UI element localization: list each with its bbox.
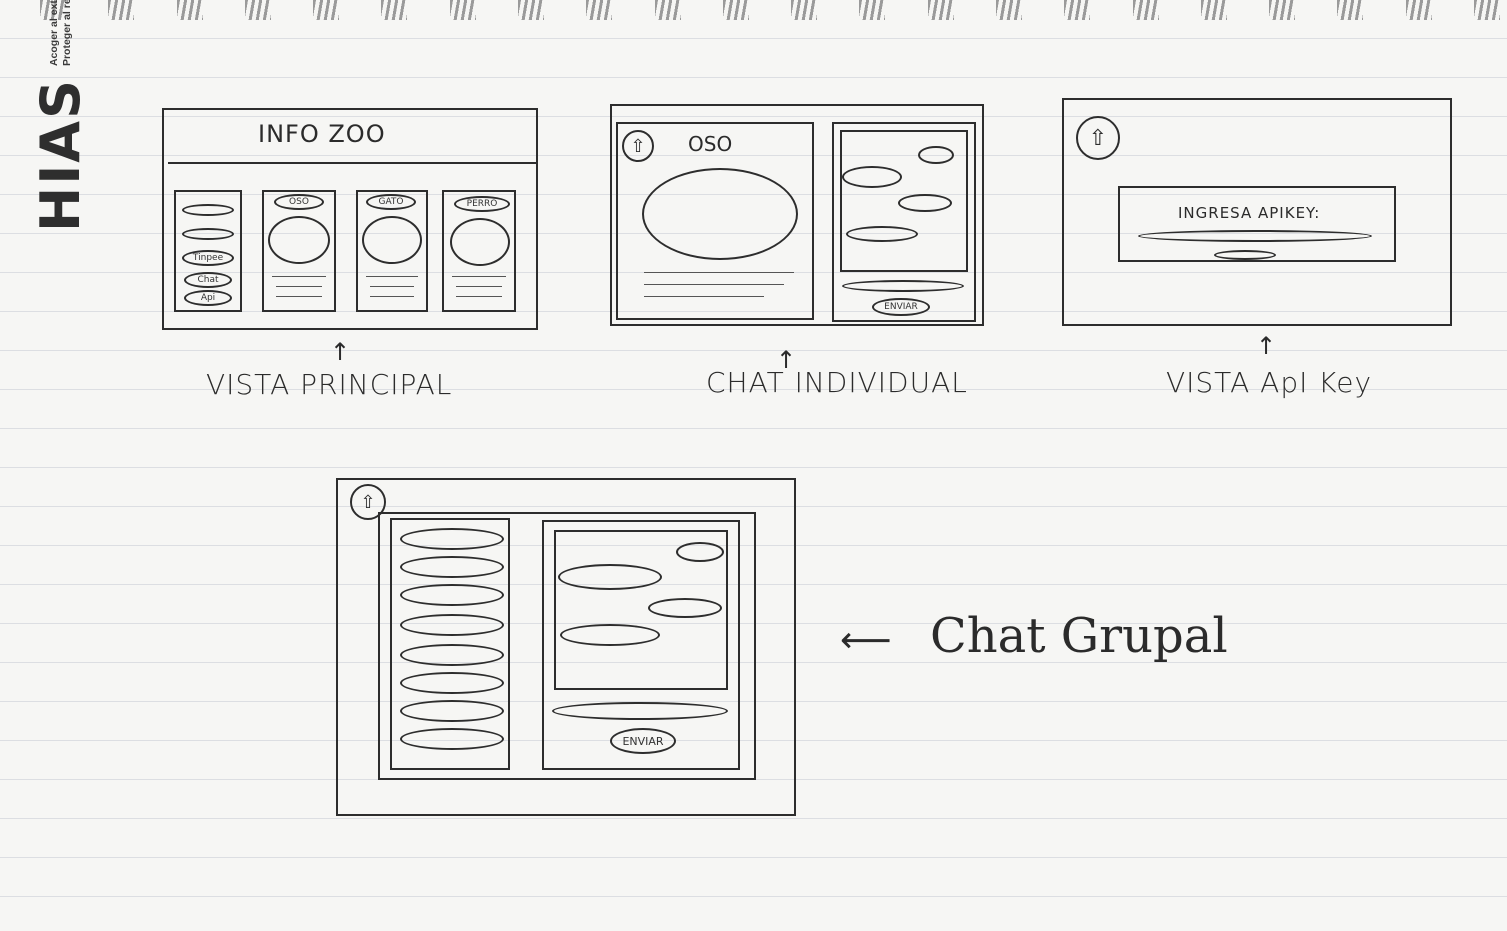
- spiral-ring: [1405, 0, 1432, 20]
- spiral-ring: [449, 0, 476, 20]
- vp-card-text-line: [370, 286, 414, 287]
- cg-contact-item[interactable]: [400, 728, 504, 750]
- ci-animal-name: OSO: [688, 132, 733, 156]
- spiral-ring: [995, 0, 1022, 20]
- vp-header-title: INFO ZOO: [258, 120, 386, 148]
- spiral-ring: [791, 0, 818, 20]
- vp-menu-pill[interactable]: [182, 204, 234, 216]
- vp-card-text-line: [272, 276, 326, 277]
- home-icon[interactable]: ⇧: [1076, 116, 1120, 160]
- cg-contact-item[interactable]: [400, 528, 504, 550]
- vp-menu-item[interactable]: Api: [184, 290, 232, 306]
- cg-caption: Chat Grupal: [930, 608, 1228, 664]
- spiral-ring: [859, 0, 886, 20]
- spiral-binding: [40, 0, 1500, 26]
- spiral-ring: [244, 0, 271, 20]
- cg-message-bubble: [676, 542, 724, 562]
- ak-caption: VISTA ApI Key: [1166, 366, 1373, 399]
- vp-card-text-line: [276, 286, 322, 287]
- ci-send-button[interactable]: ENVIAR: [872, 298, 930, 316]
- cg-contact-item[interactable]: [400, 584, 504, 606]
- cg-contact-item[interactable]: [400, 614, 504, 636]
- vp-card-label: PERRO: [454, 196, 510, 212]
- spiral-ring: [1473, 0, 1500, 20]
- ci-message-bubble: [846, 226, 918, 242]
- vp-menu-item[interactable]: Chat: [184, 272, 232, 288]
- vp-card-text-line: [366, 276, 418, 277]
- ci-message-bubble: [898, 194, 952, 212]
- spiral-ring: [1269, 0, 1296, 20]
- arrow-up-icon: ↑: [330, 338, 351, 366]
- ak-submit-button[interactable]: [1214, 250, 1276, 260]
- spiral-ring: [1132, 0, 1159, 20]
- cg-contact-item[interactable]: [400, 556, 504, 578]
- spiral-ring: [1200, 0, 1227, 20]
- cg-message-bubble: [648, 598, 722, 618]
- ak-apikey-input[interactable]: [1138, 230, 1372, 242]
- ci-text-line: [644, 284, 784, 285]
- vp-menu-item[interactable]: Tinpee: [182, 250, 234, 266]
- ci-message-bubble: [918, 146, 954, 164]
- cg-message-input[interactable]: [552, 702, 728, 720]
- cg-message-bubble: [558, 564, 662, 590]
- cg-contact-item[interactable]: [400, 672, 504, 694]
- vp-card-image: [268, 216, 330, 264]
- vp-caption: VISTA PRINCIPAL: [206, 368, 453, 401]
- spiral-ring: [517, 0, 544, 20]
- cg-contact-item[interactable]: [400, 700, 504, 722]
- vp-card-text-line: [276, 296, 322, 297]
- home-icon[interactable]: ⇧: [622, 130, 654, 162]
- vp-card-text-line: [456, 286, 502, 287]
- spiral-ring: [927, 0, 954, 20]
- arrow-up-icon: ↑: [1256, 332, 1277, 360]
- vp-card-label: OSO: [274, 194, 324, 210]
- ci-caption: CHAT INDIVIDUAL: [706, 366, 968, 399]
- vp-card-text-line: [452, 276, 506, 277]
- vp-card-image: [362, 216, 422, 264]
- ci-text-line: [644, 272, 794, 273]
- ci-message-bubble: [842, 166, 902, 188]
- spiral-ring: [722, 0, 749, 20]
- spiral-ring: [108, 0, 135, 20]
- cg-message-bubble: [560, 624, 660, 646]
- vp-card-text-line: [456, 296, 502, 297]
- vp-card-label: GATO: [366, 194, 416, 210]
- logo-mark: HIAS: [29, 78, 92, 232]
- vp-card-image: [450, 218, 510, 266]
- arrow-left-icon: ⟵: [840, 620, 892, 661]
- spiral-ring: [176, 0, 203, 20]
- logo-tagline: Acoger al extranjero. Proteger al refugi…: [48, 0, 74, 66]
- spiral-ring: [1064, 0, 1091, 20]
- logo-tagline-line2: Proteger al refugiado.: [61, 0, 73, 67]
- ci-animal-image: [642, 168, 798, 260]
- ci-text-line: [644, 296, 764, 297]
- cg-contact-item[interactable]: [400, 644, 504, 666]
- vp-header-divider: [168, 162, 536, 164]
- cg-send-button[interactable]: ENVIAR: [610, 728, 676, 754]
- hias-logo: HIAS Acoger al extranjero. Proteger al r…: [29, 0, 92, 232]
- ci-message-input[interactable]: [842, 280, 964, 292]
- spiral-ring: [1337, 0, 1364, 20]
- logo-tagline-line1: Acoger al extranjero.: [47, 0, 60, 67]
- vp-card-text-line: [370, 296, 414, 297]
- ak-prompt-label: INGRESA APIKEY:: [1178, 204, 1321, 222]
- vp-menu-pill[interactable]: [182, 228, 234, 240]
- spiral-ring: [654, 0, 681, 20]
- spiral-ring: [313, 0, 340, 20]
- spiral-ring: [586, 0, 613, 20]
- spiral-ring: [381, 0, 408, 20]
